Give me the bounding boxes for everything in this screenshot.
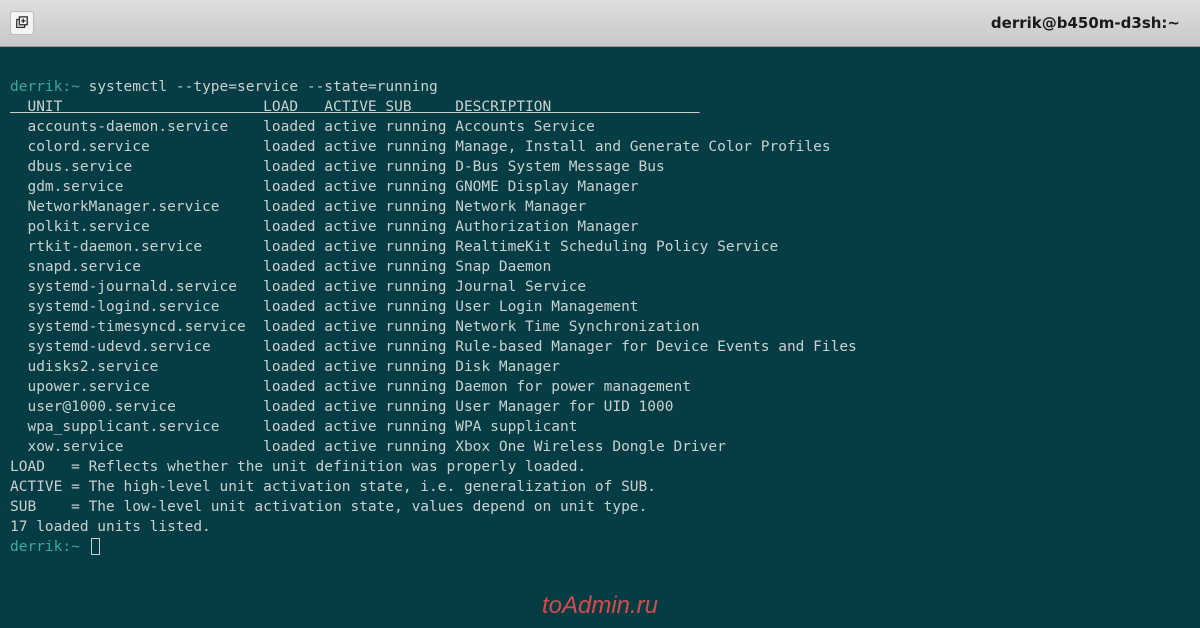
prompt-line-1: derrik:~ systemctl --type=service --stat… bbox=[10, 79, 438, 95]
terminal[interactable]: derrik:~ systemctl --type=service --stat… bbox=[0, 47, 1200, 628]
legend-count: 17 loaded units listed. bbox=[10, 519, 211, 535]
header-row: UNIT LOAD ACTIVE SUB DESCRIPTION bbox=[10, 99, 700, 115]
legend-active: ACTIVE = The high-level unit activation … bbox=[10, 479, 656, 495]
legend-sub: SUB = The low-level unit activation stat… bbox=[10, 499, 647, 515]
command-text: systemctl --type=service --state=running bbox=[89, 79, 438, 95]
prompt-user: derrik bbox=[10, 79, 62, 95]
prompt-path-2: ~ bbox=[71, 539, 80, 555]
prompt-sep-2: : bbox=[62, 539, 71, 555]
prompt-sep: : bbox=[62, 79, 71, 95]
services-list: accounts-daemon.service loaded active ru… bbox=[10, 119, 857, 455]
cursor bbox=[91, 538, 100, 555]
legend-load: LOAD = Reflects whether the unit definit… bbox=[10, 459, 586, 475]
prompt-path: ~ bbox=[71, 79, 80, 95]
new-tab-button[interactable] bbox=[10, 11, 34, 35]
window-title: derrik@b450m-d3sh:~ bbox=[991, 14, 1180, 32]
titlebar: derrik@b450m-d3sh:~ bbox=[0, 0, 1200, 47]
prompt-line-2: derrik:~ bbox=[10, 539, 100, 555]
prompt-user-2: derrik bbox=[10, 539, 62, 555]
watermark-text: toAdmin.ru bbox=[542, 589, 658, 622]
new-tab-icon bbox=[15, 16, 29, 30]
